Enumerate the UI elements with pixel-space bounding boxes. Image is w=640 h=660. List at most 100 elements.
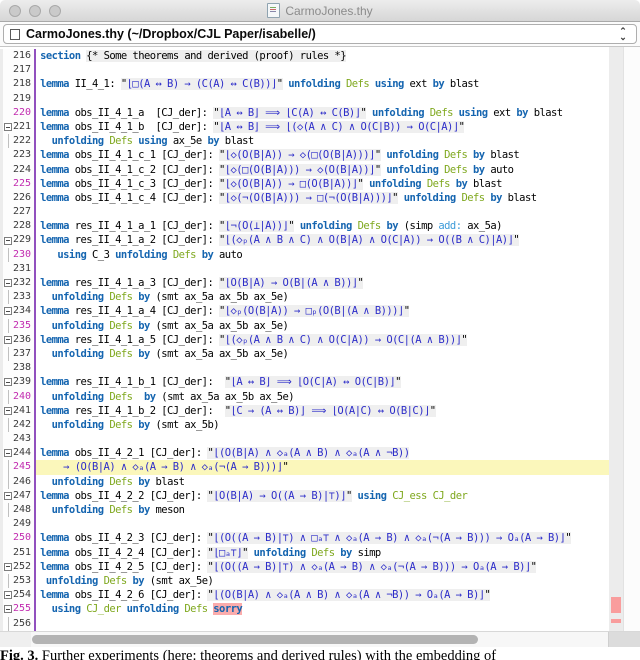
code-text[interactable]: lemma obs_II_4_1_c_2 [CJ_der]: "⌊◇(□(O(B…: [36, 163, 640, 177]
code-text[interactable]: lemma obs_II_4_2_4 [CJ_der]: "⌊□ₐ⊤⌋" unf…: [36, 546, 640, 560]
minimize-button[interactable]: [29, 5, 41, 17]
fold-collapse-icon[interactable]: [3, 489, 13, 503]
line-number: 248: [13, 503, 31, 517]
code-text[interactable]: [36, 262, 640, 276]
buffer-switcher-bar: CarmoJones.thy (~/Dropbox/CJL Paper/isab…: [0, 22, 640, 47]
code-text[interactable]: lemma obs_II_4_2_3 [CJ_der]: "⌊(O((A → B…: [36, 531, 640, 545]
gutter: 229: [0, 233, 36, 247]
code-text[interactable]: lemma II_4_1: "⌊□(A ↔ B) → (C(A) ↔ C(B))…: [36, 77, 640, 91]
code-line: 236lemma res_II_4_1_a_5 [CJ_der]: "⌊(◇ₚ(…: [0, 333, 640, 347]
close-button[interactable]: [9, 5, 21, 17]
code-text[interactable]: lemma obs_II_4_1_c_3 [CJ_der]: "⌊◇(O(B|A…: [36, 177, 640, 191]
editor-pane[interactable]: 216section {* Some theorems and derived …: [0, 47, 640, 631]
code-text[interactable]: lemma obs_II_4_1_c_1 [CJ_der]: "⌊◇(O(B|A…: [36, 148, 640, 162]
fold-area: [3, 49, 13, 63]
line-number: 217: [13, 63, 31, 77]
fold-collapse-icon[interactable]: [3, 602, 13, 616]
code-text[interactable]: [36, 617, 640, 631]
gutter: 227: [0, 205, 36, 219]
code-text[interactable]: unfolding Defs using ax_5e by blast: [36, 134, 640, 148]
gutter: 245: [0, 460, 36, 474]
code-text[interactable]: unfolding Defs by (smt ax_5a ax_5b ax_5e…: [36, 290, 640, 304]
buffer-stepper[interactable]: ⌃ ⌄: [616, 28, 630, 40]
line-number: 221: [13, 120, 31, 134]
horizontal-scrollbar-thumb[interactable]: [32, 635, 478, 644]
line-number: 237: [13, 347, 31, 361]
error-marker[interactable]: [611, 597, 621, 613]
code-text[interactable]: → (O(B|A) ∧ ◇ₐ(A → B) ∧ ◇ₐ(¬(A → B)))⌋": [36, 460, 640, 474]
app-window: CarmoJones.thy CarmoJones.thy (~/Dropbox…: [0, 0, 640, 660]
gutter: 253: [0, 574, 36, 588]
fold-collapse-icon[interactable]: [3, 233, 13, 247]
fold-collapse-icon[interactable]: [3, 276, 13, 290]
line-number: 253: [13, 574, 31, 588]
gutter: 222: [0, 134, 36, 148]
code-text[interactable]: unfolding Defs by (smt ax_5a ax_5b ax_5e…: [36, 390, 640, 404]
code-text[interactable]: unfolding Defs by (smt ax_5e): [36, 574, 640, 588]
code-text[interactable]: lemma obs_II_4_2_1 [CJ_der]: "⌊(O(B|A) ∧…: [36, 446, 640, 460]
code-text[interactable]: lemma res_II_4_1_a_3 [CJ_der]: "⌊O(B|A) …: [36, 276, 640, 290]
gutter: 225: [0, 177, 36, 191]
title-bar[interactable]: CarmoJones.thy: [0, 0, 640, 22]
fold-area: [3, 106, 13, 120]
title-group: CarmoJones.thy: [267, 3, 372, 18]
zoom-button[interactable]: [49, 5, 61, 17]
fold-collapse-icon[interactable]: [3, 404, 13, 418]
fold-collapse-icon[interactable]: [3, 560, 13, 574]
fold-collapse-icon[interactable]: [3, 333, 13, 347]
gutter: 223: [0, 148, 36, 162]
fold-collapse-icon[interactable]: [3, 304, 13, 318]
fold-collapse-icon[interactable]: [3, 375, 13, 389]
horizontal-scrollbar[interactable]: [0, 631, 640, 647]
vertical-scrollbar[interactable]: [623, 47, 640, 631]
code-text[interactable]: using C_3 unfolding Defs by auto: [36, 248, 640, 262]
line-number: 224: [13, 163, 31, 177]
code-text[interactable]: lemma res_II_4_1_a_5 [CJ_der]: "⌊(◇ₚ(A ∧…: [36, 333, 640, 347]
gutter: 228: [0, 219, 36, 233]
fold-collapse-icon[interactable]: [3, 588, 13, 602]
code-text[interactable]: unfolding Defs by (smt ax_5a ax_5b ax_5e…: [36, 319, 640, 333]
code-text[interactable]: lemma obs_II_4_1_c_4 [CJ_der]: "⌊◇(¬(O(B…: [36, 191, 640, 205]
code-line: 239lemma res_II_4_1_b_1 [CJ_der]: "⌊A ↔ …: [0, 375, 640, 389]
code-text[interactable]: lemma res_II_4_1_a_2 [CJ_der]: "⌊(◇ₚ(A ∧…: [36, 233, 640, 247]
code-text[interactable]: lemma res_II_4_1_a_1 [CJ_der]: "⌊¬(O(⊥|A…: [36, 219, 640, 233]
code-text[interactable]: unfolding Defs by blast: [36, 475, 640, 489]
gutter: 251: [0, 546, 36, 560]
code-text[interactable]: unfolding Defs by (smt ax_5a ax_5b ax_5e…: [36, 347, 640, 361]
overview-bar[interactable]: [609, 47, 623, 631]
code-text[interactable]: lemma obs_II_4_2_2 [CJ_der]: "⌊O(B|A) → …: [36, 489, 640, 503]
code-text[interactable]: lemma res_II_4_1_b_2 [CJ_der]: "⌊C → (A …: [36, 404, 640, 418]
code-text[interactable]: [36, 92, 640, 106]
code-text[interactable]: lemma res_II_4_1_a_4 [CJ_der]: "⌊◇ₚ(O(B|…: [36, 304, 640, 318]
code-text[interactable]: [36, 432, 640, 446]
code-text[interactable]: lemma obs_II_4_2_6 [CJ_der]: "⌊(O(B|A) ∧…: [36, 588, 640, 602]
fold-area: [3, 432, 13, 446]
fold-collapse-icon[interactable]: [3, 446, 13, 460]
buffer-switcher[interactable]: CarmoJones.thy (~/Dropbox/CJL Paper/isab…: [3, 24, 637, 44]
code-text[interactable]: [36, 517, 640, 531]
gutter: 233: [0, 290, 36, 304]
line-number: 228: [13, 219, 31, 233]
code-text[interactable]: [36, 63, 640, 77]
gutter: 217: [0, 63, 36, 77]
code-text[interactable]: lemma obs_II_4_2_5 [CJ_der]: "⌊(O((A → B…: [36, 560, 640, 574]
code-line: 222 unfolding Defs using ax_5e by blast: [0, 134, 640, 148]
code-text[interactable]: lemma obs_II_4_1_a [CJ_der]: "⌊A ↔ B⌋ ⟹ …: [36, 106, 640, 120]
code-line: 248 unfolding Defs by meson: [0, 503, 640, 517]
code-line: 235 unfolding Defs by (smt ax_5a ax_5b a…: [0, 319, 640, 333]
code-line: 231: [0, 262, 640, 276]
code-line: 233 unfolding Defs by (smt ax_5a ax_5b a…: [0, 290, 640, 304]
code-text[interactable]: lemma obs_II_4_1_b [CJ_der]: "⌊A ↔ B⌋ ⟹ …: [36, 120, 640, 134]
code-text[interactable]: [36, 205, 640, 219]
fold-area: [3, 517, 13, 531]
code-text[interactable]: unfolding Defs by meson: [36, 503, 640, 517]
code-text[interactable]: using CJ_der unfolding Defs sorry: [36, 602, 640, 616]
fold-collapse-icon[interactable]: [3, 120, 13, 134]
code-text[interactable]: unfolding Defs by (smt ax_5b): [36, 418, 640, 432]
code-line: 242 unfolding Defs by (smt ax_5b): [0, 418, 640, 432]
code-text[interactable]: [36, 361, 640, 375]
code-text[interactable]: lemma res_II_4_1_b_1 [CJ_der]: "⌊A ↔ B⌋ …: [36, 375, 640, 389]
code-text[interactable]: section {* Some theorems and derived (pr…: [36, 49, 640, 63]
gutter: 256: [0, 617, 36, 631]
error-marker[interactable]: [611, 619, 621, 623]
